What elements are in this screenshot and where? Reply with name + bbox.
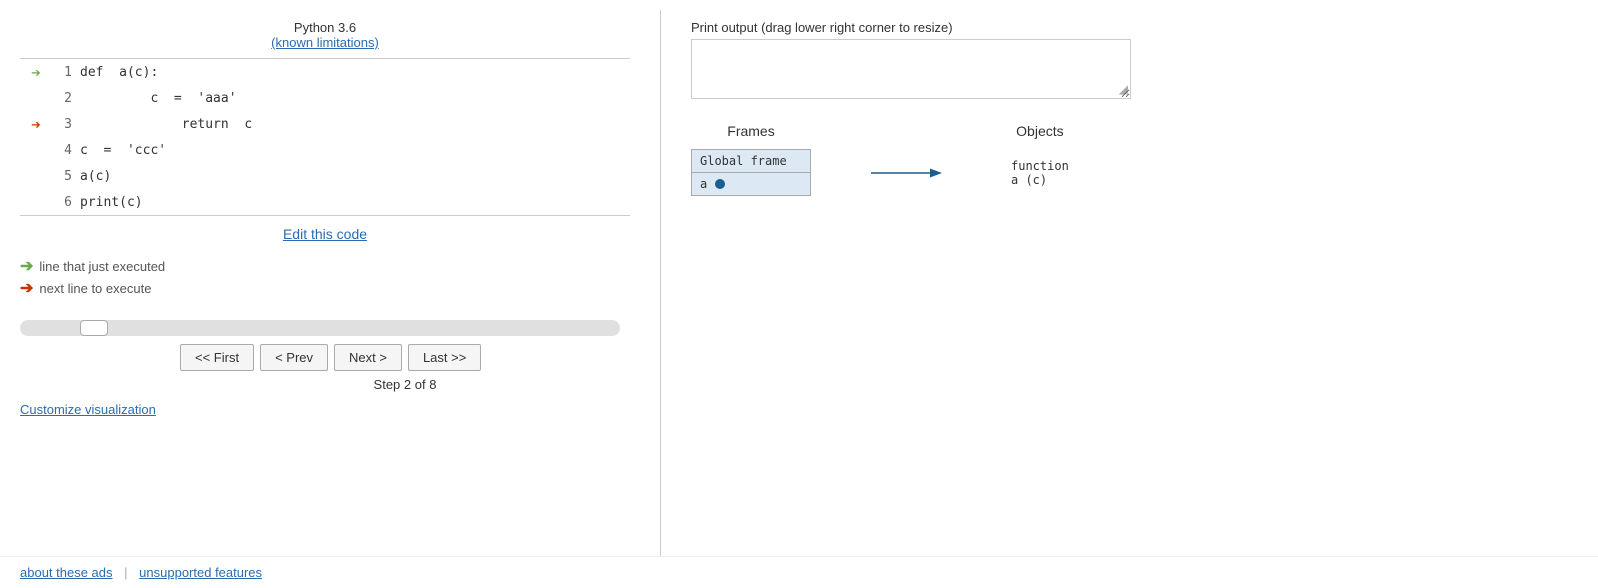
- red-arrow-icon: ➔: [31, 115, 41, 134]
- frames-header: Frames: [727, 123, 774, 139]
- footer: about these ads | unsupported features: [0, 556, 1598, 588]
- object-function-box: function a (c): [1011, 159, 1069, 187]
- line-number-6: 6: [48, 195, 72, 210]
- edit-link-container: Edit this code: [20, 226, 630, 242]
- line-number-5: 5: [48, 169, 72, 184]
- code-text-1: def a(c):: [80, 65, 158, 80]
- connection-arrow-svg: [871, 158, 951, 188]
- python-version-label: Python 3.6: [294, 20, 356, 35]
- green-arrow-icon: ➔: [31, 63, 41, 82]
- code-line-1: ➔ 1 def a(c):: [20, 59, 630, 85]
- code-line-2: 2 c = 'aaa': [20, 85, 630, 111]
- line-number-3: 3: [48, 117, 72, 132]
- legend-green-arrow-icon: ➔: [20, 256, 33, 276]
- edit-code-link[interactable]: Edit this code: [283, 226, 367, 242]
- code-line-4: 4 c = 'ccc': [20, 137, 630, 163]
- frames-objects-area: Frames Global frame a: [691, 123, 1578, 196]
- object-function-label: function: [1011, 159, 1069, 173]
- arrow-line-1: ➔: [24, 63, 48, 82]
- code-line-3: ➔ 3 return c: [20, 111, 630, 137]
- slider-container[interactable]: [20, 320, 630, 336]
- code-table: ➔ 1 def a(c): 2 c = 'aaa' ➔ 3 return c: [20, 58, 630, 216]
- unsupported-features-link[interactable]: unsupported features: [139, 565, 262, 580]
- frame-dot-icon: [715, 179, 725, 189]
- last-button[interactable]: Last >>: [408, 344, 481, 371]
- legend-green: ➔ line that just executed: [20, 256, 630, 276]
- line-number-2: 2: [48, 91, 72, 106]
- legend-green-label: line that just executed: [39, 259, 165, 274]
- step-label: Step 2 of 8: [20, 377, 630, 392]
- code-line-5: 5 a(c): [20, 163, 630, 189]
- frame-variable-a: a: [700, 177, 707, 191]
- legend-red: ➔ next line to execute: [20, 278, 630, 298]
- print-output-box[interactable]: ◢: [691, 39, 1131, 99]
- code-text-2: c = 'aaa': [80, 91, 237, 106]
- objects-column: Objects function a (c): [1011, 123, 1069, 187]
- next-button[interactable]: Next >: [334, 344, 402, 371]
- code-text-5: a(c): [80, 169, 111, 184]
- legend-red-label: next line to execute: [39, 281, 151, 296]
- global-frame-title: Global frame: [692, 150, 810, 173]
- arrow-line-3: ➔: [24, 115, 48, 134]
- legend: ➔ line that just executed ➔ next line to…: [20, 256, 630, 300]
- global-frame-box: Global frame a: [691, 149, 811, 196]
- code-text-3: return c: [80, 117, 252, 132]
- slider-thumb[interactable]: [80, 320, 108, 336]
- customize-link-container: Customize visualization: [20, 402, 630, 417]
- slider-track[interactable]: [20, 320, 620, 336]
- first-button[interactable]: << First: [180, 344, 254, 371]
- nav-buttons: << First < Prev Next > Last >>: [20, 344, 630, 371]
- code-line-6: 6 print(c): [20, 189, 630, 215]
- code-text-6: print(c): [80, 195, 143, 210]
- object-function-name: a (c): [1011, 173, 1047, 187]
- known-limitations-link[interactable]: (known limitations): [271, 35, 379, 50]
- resize-handle-icon: ◢: [1119, 82, 1128, 96]
- customize-visualization-link[interactable]: Customize visualization: [20, 402, 156, 417]
- frame-variable-row: a: [692, 173, 810, 195]
- about-ads-link[interactable]: about these ads: [20, 565, 113, 580]
- line-number-4: 4: [48, 143, 72, 158]
- legend-red-arrow-icon: ➔: [20, 278, 33, 298]
- objects-header: Objects: [1016, 123, 1063, 139]
- frames-column: Frames Global frame a: [691, 123, 811, 196]
- print-output-label: Print output (drag lower right corner to…: [691, 20, 1578, 35]
- prev-button[interactable]: < Prev: [260, 344, 328, 371]
- arrow-svg-container: [871, 158, 951, 191]
- code-header: Python 3.6 (known limitations): [20, 20, 630, 50]
- vertical-divider: [660, 10, 661, 578]
- code-text-4: c = 'ccc': [80, 143, 166, 158]
- line-number-1: 1: [48, 65, 72, 80]
- footer-separator: |: [124, 565, 127, 580]
